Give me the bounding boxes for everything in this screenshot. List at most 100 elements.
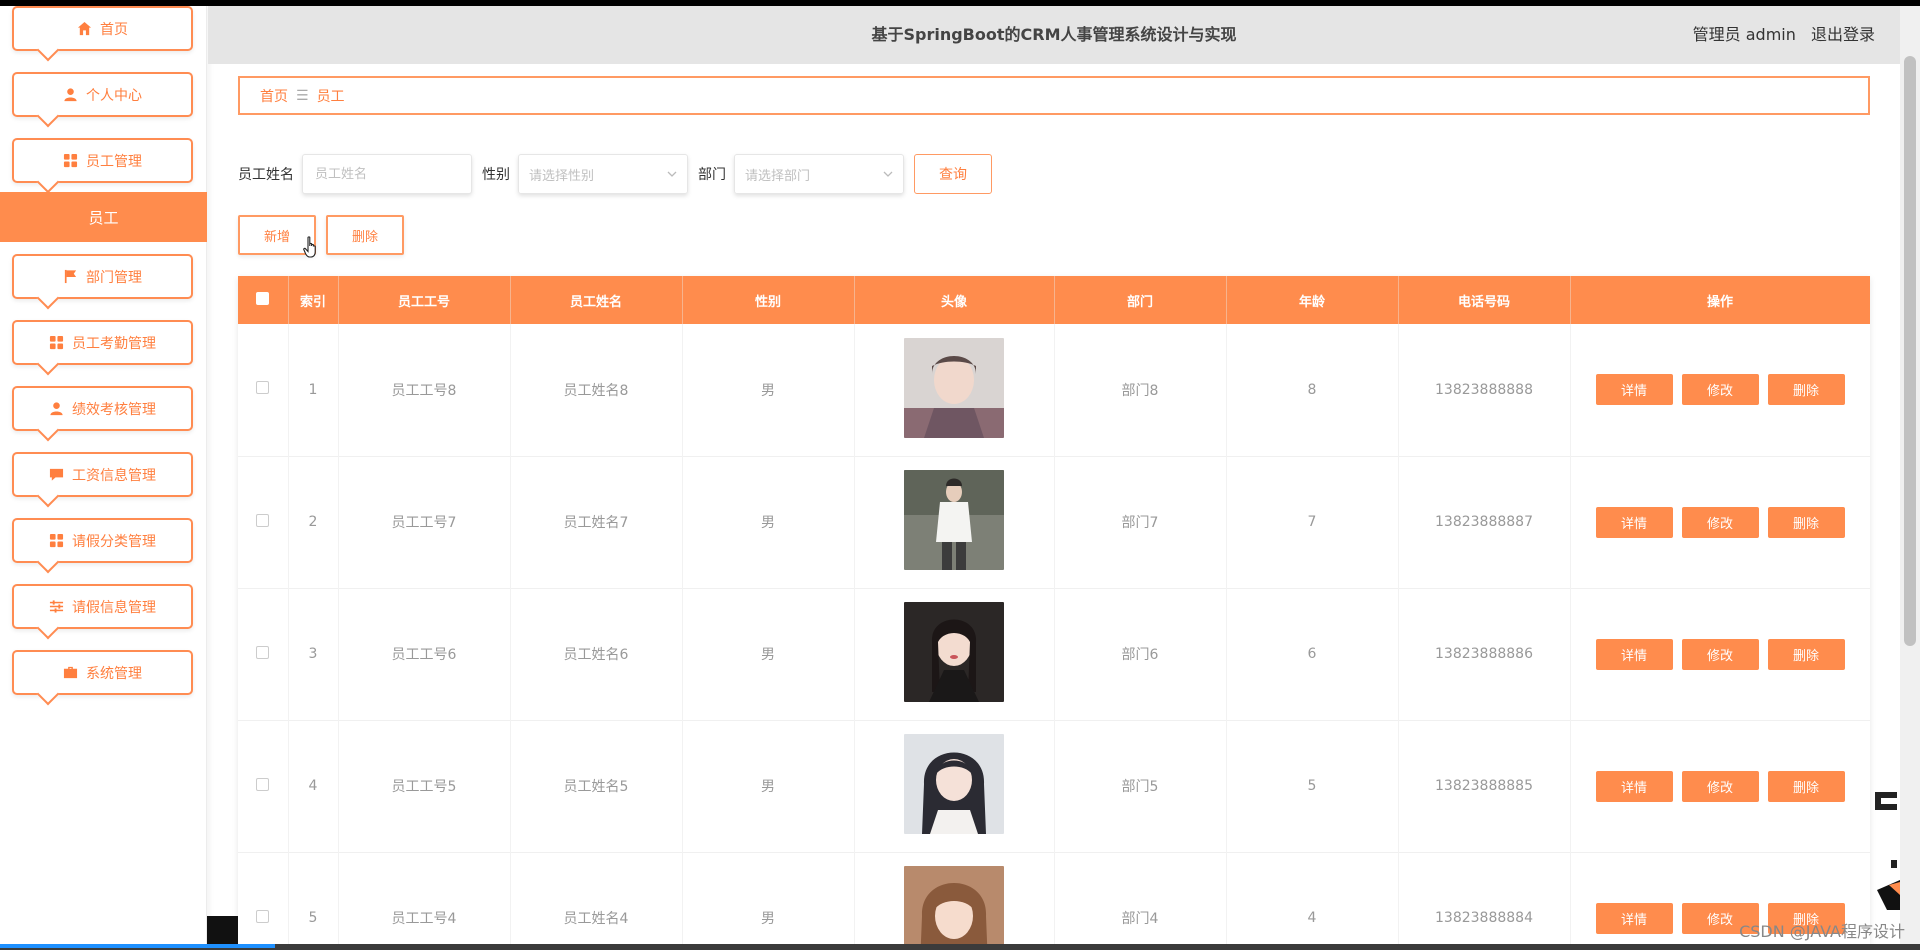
cell-index: 4	[288, 720, 339, 852]
top-header: 基于SpringBoot的CRM人事管理系统设计与实现 管理员 admin 退出…	[208, 6, 1900, 64]
hand-cursor-icon	[303, 236, 316, 258]
bottom-edge	[0, 944, 1920, 950]
delete-button[interactable]: 删除	[1767, 374, 1845, 406]
sidebar-item-label: 员工考勤管理	[72, 335, 156, 352]
avatar	[904, 337, 1004, 438]
sidebar-item-salary[interactable]: 工资信息管理	[12, 452, 193, 497]
flag-icon	[63, 269, 78, 284]
delete-button[interactable]: 删除	[1767, 770, 1845, 802]
select-all-checkbox[interactable]	[256, 291, 270, 305]
sidebar-item-label: 首页	[100, 21, 128, 38]
cell-age: 8	[1226, 324, 1399, 456]
column-header: 电话号码	[1398, 276, 1571, 324]
edit-button[interactable]: 修改	[1681, 506, 1759, 538]
cell-gender: 男	[682, 852, 855, 944]
select-all-header[interactable]	[238, 276, 289, 324]
detail-button[interactable]: 详情	[1595, 506, 1673, 538]
sidebar-item-home[interactable]: 首页	[12, 6, 193, 51]
gender-select-placeholder: 请选择性别	[529, 168, 595, 184]
employee-table: 索引 员工工号 员工姓名 性别 头像 部门 年龄 电话号码 操作 1 员工工号8…	[238, 276, 1870, 944]
cell-name: 员工姓名5	[510, 720, 683, 852]
edit-button[interactable]: 修改	[1681, 374, 1759, 406]
page-title: 基于SpringBoot的CRM人事管理系统设计与实现	[871, 25, 1237, 44]
cell-phone: 13823888888	[1398, 324, 1571, 456]
cell-dept: 部门4	[1054, 852, 1227, 944]
column-header: 头像	[854, 276, 1055, 324]
sidebar-item-system[interactable]: 系统管理	[12, 650, 193, 695]
cell-gender: 男	[682, 588, 855, 720]
cell-index: 2	[288, 456, 339, 588]
sidebar-item-label: 绩效考核管理	[72, 401, 156, 418]
watermark: CSDN @JAVA程序设计	[1739, 922, 1905, 941]
row-checkbox[interactable]	[256, 909, 270, 923]
detail-button[interactable]: 详情	[1595, 902, 1673, 934]
delete-button[interactable]: 删除	[1767, 506, 1845, 538]
cell-phone: 13823888885	[1398, 720, 1571, 852]
edit-button[interactable]: 修改	[1681, 770, 1759, 802]
cell-age: 4	[1226, 852, 1399, 944]
cell-age: 6	[1226, 588, 1399, 720]
cell-dept: 部门7	[1054, 456, 1227, 588]
sidebar-item-leave-category[interactable]: 请假分类管理	[12, 518, 193, 563]
sidebar-item-performance[interactable]: 绩效考核管理	[12, 386, 193, 431]
name-search-input[interactable]	[302, 154, 472, 194]
detail-button[interactable]: 详情	[1595, 374, 1673, 406]
name-label: 员工姓名	[238, 167, 294, 183]
avatar	[904, 866, 1004, 944]
user-icon	[49, 401, 64, 416]
scrollbar-thumb[interactable]	[1904, 56, 1916, 646]
column-header: 员工姓名	[510, 276, 683, 324]
sidebar-item-label: 个人中心	[86, 87, 142, 104]
column-header: 索引	[288, 276, 339, 324]
sidebar-item-attendance[interactable]: 员工考勤管理	[12, 320, 193, 365]
table-row: 2 员工工号7 员工姓名7 男 部门7 7 13823888887 详情 修改 …	[238, 456, 1870, 588]
table-header-row: 索引 员工工号 员工姓名 性别 头像 部门 年龄 电话号码 操作	[238, 276, 1870, 324]
column-header: 年龄	[1226, 276, 1399, 324]
cell-name: 员工姓名4	[510, 852, 683, 944]
query-button[interactable]: 查询	[914, 154, 992, 194]
search-bar: 员工姓名 性别 请选择性别 部门 请选择部门 查询	[238, 154, 992, 194]
detail-button[interactable]: 详情	[1595, 770, 1673, 802]
row-checkbox[interactable]	[256, 513, 270, 527]
edit-button[interactable]: 修改	[1681, 638, 1759, 670]
sidebar-item-profile[interactable]: 个人中心	[12, 72, 193, 117]
cell-emp-no: 员工工号5	[338, 720, 511, 852]
row-checkbox[interactable]	[256, 381, 270, 395]
chat-icon	[49, 467, 64, 482]
dept-select[interactable]: 请选择部门	[734, 154, 904, 194]
breadcrumb: 首页 ☰ 员工	[238, 76, 1870, 115]
sliders-icon	[49, 599, 64, 614]
cell-dept: 部门5	[1054, 720, 1227, 852]
cell-phone: 13823888886	[1398, 588, 1571, 720]
cell-index: 3	[288, 588, 339, 720]
gender-select[interactable]: 请选择性别	[518, 154, 688, 194]
sidebar-item-leave-info[interactable]: 请假信息管理	[12, 584, 193, 629]
avatar	[904, 602, 1004, 702]
row-checkbox[interactable]	[256, 777, 270, 791]
breadcrumb-separator: ☰	[296, 87, 309, 104]
current-user: 管理员 admin	[1692, 25, 1796, 44]
cell-age: 7	[1226, 456, 1399, 588]
row-checkbox[interactable]	[256, 645, 270, 659]
table-row: 1 员工工号8 员工姓名8 男 部门8 8 13823888888 详情 修改 …	[238, 324, 1870, 456]
grid-icon	[49, 335, 64, 350]
cell-gender: 男	[682, 324, 855, 456]
delete-button[interactable]: 删除	[1767, 638, 1845, 670]
sidebar-subitem-employee[interactable]: 员工	[0, 192, 207, 242]
detail-button[interactable]: 详情	[1595, 638, 1673, 670]
table-row: 5 员工工号4 员工姓名4 男 部门4 4 13823888884 详情 修改 …	[238, 852, 1870, 944]
cell-index: 1	[288, 324, 339, 456]
sidebar-item-label: 员工管理	[86, 153, 142, 170]
bulk-delete-button[interactable]: 删除	[326, 215, 404, 255]
header-user-area: 管理员 admin 退出登录	[1683, 6, 1875, 64]
sidebar-item-label: 请假信息管理	[72, 599, 156, 616]
row-actions: 详情 修改 删除	[1571, 374, 1870, 406]
sidebar-item-departments[interactable]: 部门管理	[12, 254, 193, 299]
cell-name: 员工姓名6	[510, 588, 683, 720]
cell-gender: 男	[682, 720, 855, 852]
cell-index: 5	[288, 852, 339, 944]
page-scrollbar[interactable]	[1900, 6, 1920, 944]
sidebar-item-employees[interactable]: 员工管理	[12, 138, 193, 183]
breadcrumb-home[interactable]: 首页	[260, 86, 288, 106]
logout-link[interactable]: 退出登录	[1811, 25, 1875, 44]
